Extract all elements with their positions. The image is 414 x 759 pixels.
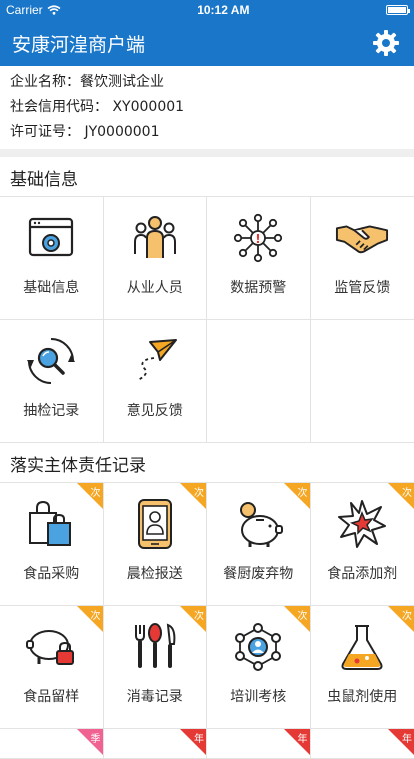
- grid-item-basic-info[interactable]: 基础信息: [0, 197, 104, 320]
- status-bar: Carrier 10:12 AM: [0, 0, 414, 20]
- grid-item-label: 培训考核: [230, 686, 286, 706]
- svg-text:!: !: [256, 232, 261, 246]
- battery-icon: [386, 5, 408, 15]
- grid-item-food-additive[interactable]: 次 食品添加剂: [311, 483, 414, 606]
- badge-label: 次: [298, 607, 308, 622]
- badge-label: 次: [91, 484, 101, 499]
- grid-item-data-alert[interactable]: ! 数据预警: [207, 197, 311, 320]
- settings-window-icon: [24, 211, 78, 265]
- flask-icon: [335, 620, 389, 674]
- grid-item-label: 消毒记录: [127, 686, 183, 706]
- basic-grid: 基础信息 从业人员: [0, 197, 414, 443]
- grid-item-disinfection[interactable]: 次 消毒记录: [104, 606, 208, 729]
- divider: [0, 149, 414, 157]
- grid-item-supervision-feedback[interactable]: 监管反馈: [311, 197, 414, 320]
- badge-label: 次: [402, 607, 412, 622]
- phone-person-icon: [128, 497, 182, 551]
- badge-label: 次: [298, 484, 308, 499]
- cutlery-icon: [128, 620, 182, 674]
- company-name: 企业名称：餐饮测试企业: [10, 70, 404, 95]
- grid-item-label: 食品添加剂: [327, 563, 397, 583]
- grid-item-kitchen-waste[interactable]: 次 餐厨废弃物: [207, 483, 311, 606]
- section-title-records: 落实主体责任记录: [0, 443, 414, 483]
- page-title: 安康河湟商户端: [12, 30, 145, 57]
- grid-item-label: 基础信息: [23, 277, 79, 297]
- grid-item-label: 监管反馈: [334, 277, 390, 297]
- badge-label: 年: [402, 730, 412, 745]
- carrier-label: Carrier: [6, 3, 43, 17]
- license-number: 许可证号： JY0000001: [10, 120, 404, 145]
- badge-label: 次: [194, 484, 204, 499]
- grid-item-training[interactable]: 次 培训考核: [207, 606, 311, 729]
- grid-item-partial[interactable]: 年: [311, 729, 414, 759]
- company-info: 企业名称：餐饮测试企业 社会信用代码： XY000001 许可证号： JY000…: [0, 66, 414, 149]
- badge-label: 年: [194, 730, 204, 745]
- badge-label: 年: [298, 730, 308, 745]
- grid-empty-cell: [311, 320, 414, 443]
- section-title-basic: 基础信息: [0, 157, 414, 197]
- pig-lock-icon: [24, 620, 78, 674]
- credit-code: 社会信用代码： XY000001: [10, 95, 404, 120]
- grid-item-label: 虫鼠剂使用: [327, 686, 397, 706]
- grid-item-label: 从业人员: [127, 277, 183, 297]
- grid-item-morning-check[interactable]: 次 晨检报送: [104, 483, 208, 606]
- badge-label: 季: [91, 730, 101, 745]
- badge-label: 次: [91, 607, 101, 622]
- grid-item-food-sample[interactable]: 次 食品留样: [0, 606, 104, 729]
- handshake-icon: [335, 211, 389, 265]
- grid-item-partial[interactable]: 年: [207, 729, 311, 759]
- shopping-bag-icon: [24, 497, 78, 551]
- records-grid: 次 食品采购 次 晨检报送 次: [0, 483, 414, 729]
- app-header: Carrier 10:12 AM 安康河湟商户端: [0, 0, 414, 66]
- badge-label: 次: [402, 484, 412, 499]
- grid-item-pesticide[interactable]: 次 虫鼠剂使用: [311, 606, 414, 729]
- grid-item-opinion-feedback[interactable]: 意见反馈: [104, 320, 208, 443]
- grid-item-label: 食品采购: [23, 563, 79, 583]
- grid-item-label: 晨检报送: [127, 563, 183, 583]
- grid-item-label: 意见反馈: [127, 400, 183, 420]
- grid-item-label: 餐厨废弃物: [223, 563, 293, 583]
- grid-item-partial[interactable]: 年: [104, 729, 208, 759]
- alert-network-icon: !: [231, 211, 285, 265]
- grid-item-partial[interactable]: 季: [0, 729, 104, 759]
- staff-icon: [128, 211, 182, 265]
- grid-item-staff[interactable]: 从业人员: [104, 197, 208, 320]
- gear-icon[interactable]: [370, 27, 402, 59]
- training-network-icon: [231, 620, 285, 674]
- burst-icon: [335, 497, 389, 551]
- grid-item-spot-check[interactable]: 抽检记录: [0, 320, 104, 443]
- clock: 10:12 AM: [197, 3, 249, 17]
- records-grid-next-row: 季 年 年 年: [0, 729, 414, 759]
- grid-item-food-purchase[interactable]: 次 食品采购: [0, 483, 104, 606]
- grid-item-label: 数据预警: [230, 277, 286, 297]
- grid-item-label: 食品留样: [23, 686, 79, 706]
- piggy-bank-icon: [231, 497, 285, 551]
- wifi-icon: [47, 5, 61, 15]
- inspection-search-icon: [24, 334, 78, 388]
- badge-label: 次: [194, 607, 204, 622]
- grid-empty-cell: [207, 320, 311, 443]
- paper-plane-icon: [128, 334, 182, 388]
- grid-item-label: 抽检记录: [23, 400, 79, 420]
